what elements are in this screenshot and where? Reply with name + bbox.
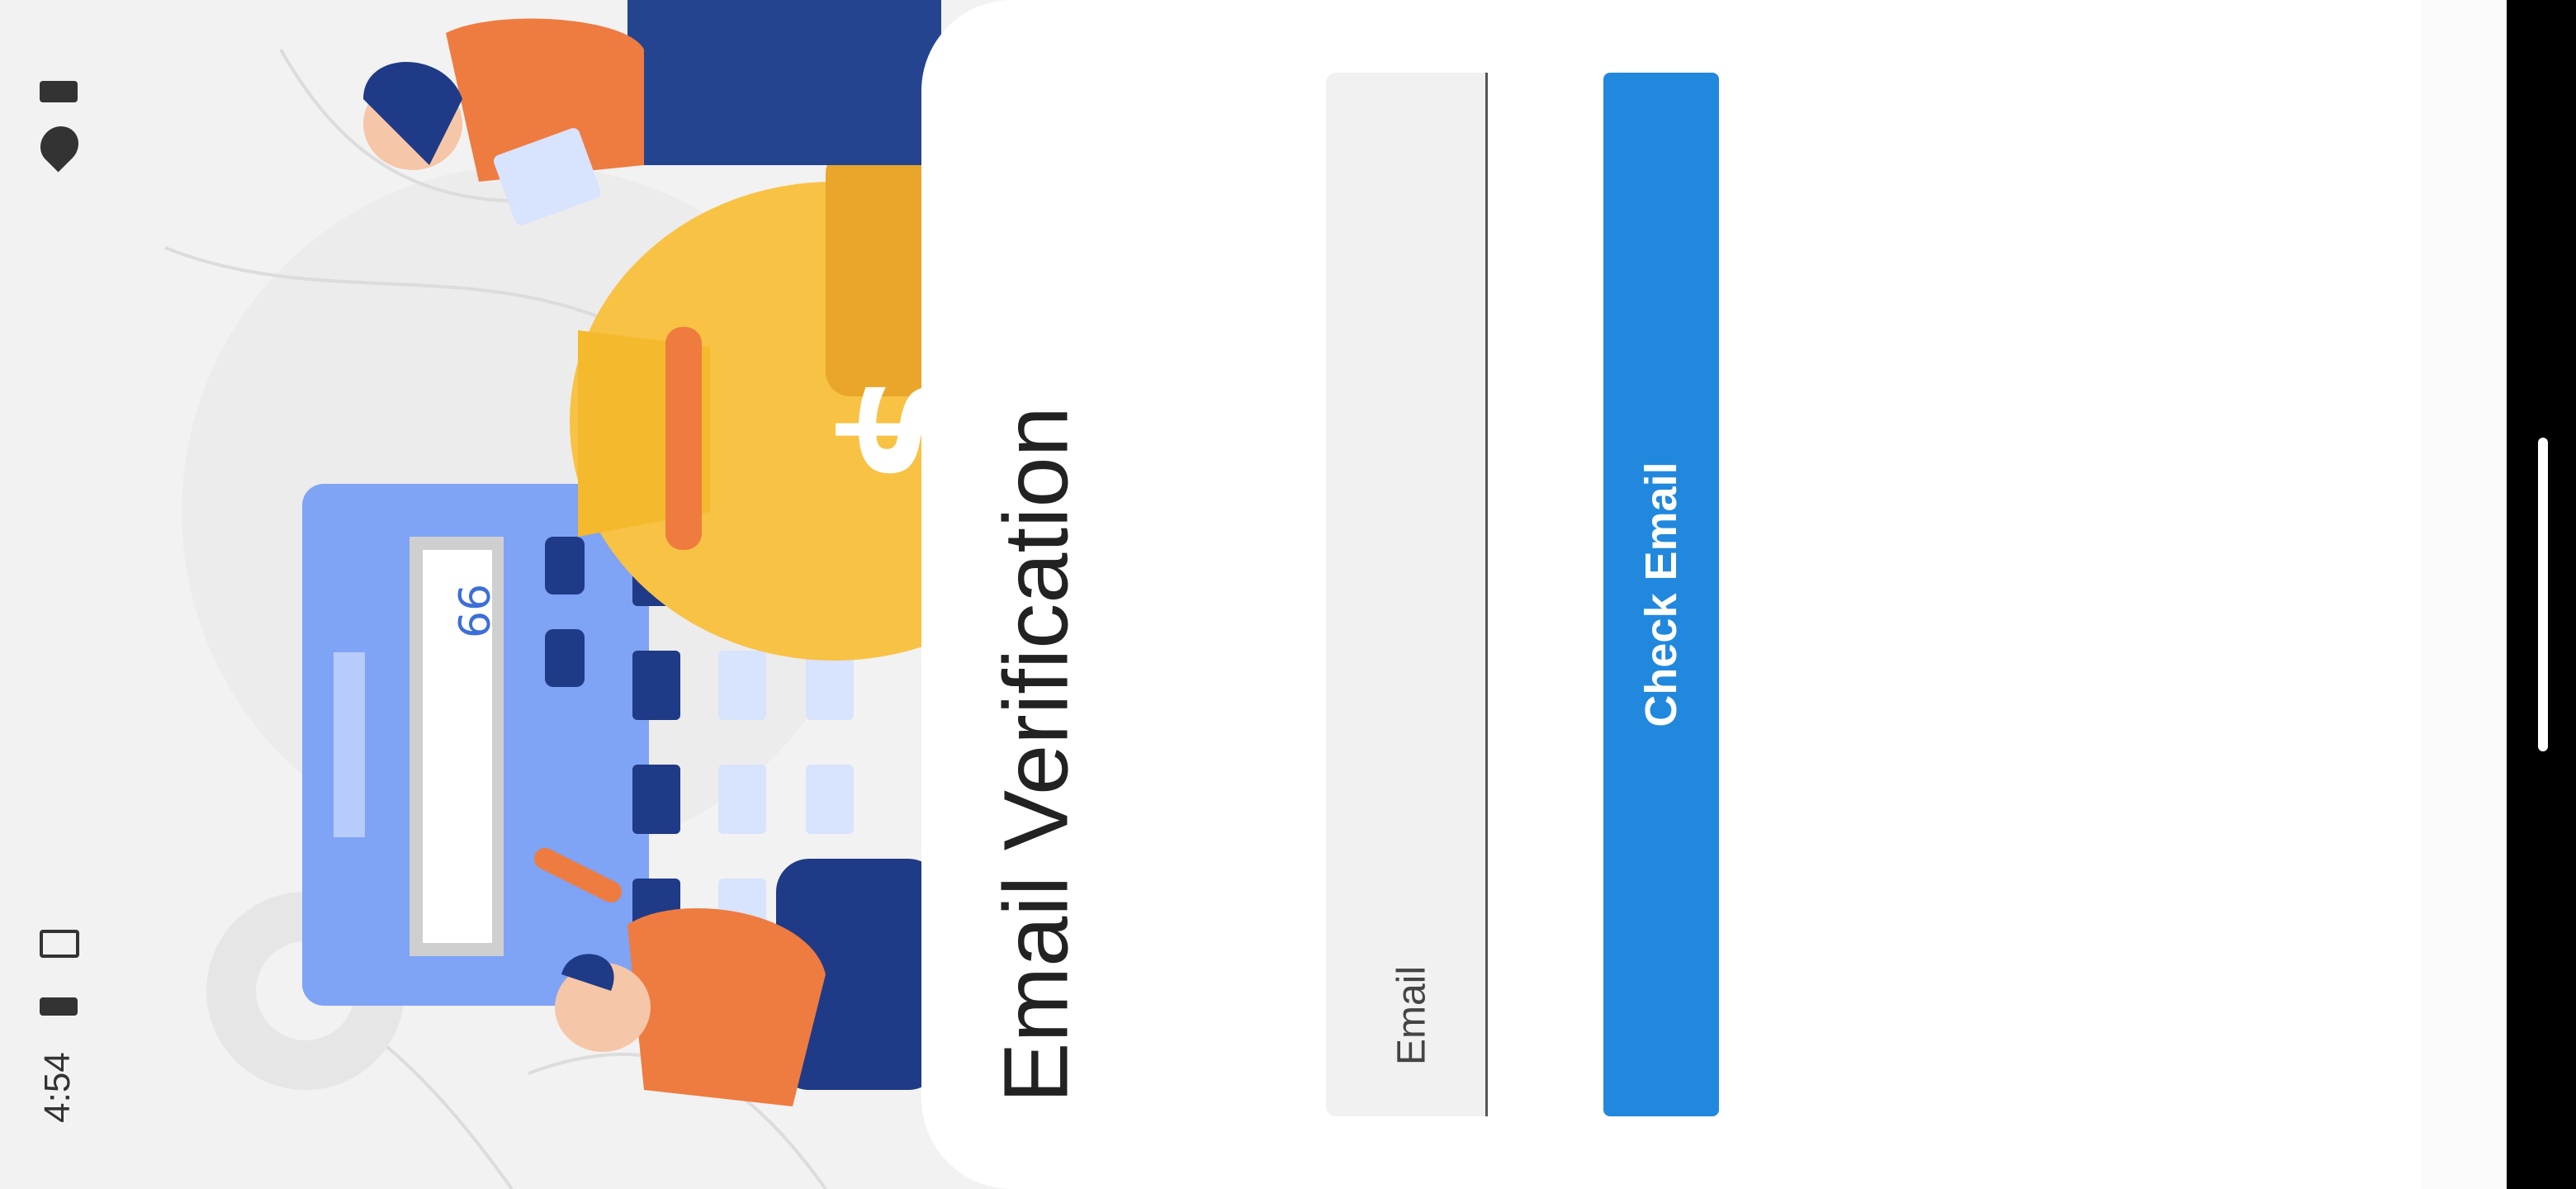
check-email-label: Check Email (1636, 462, 1686, 727)
battery-icon (40, 997, 78, 1016)
page-title: Email Verification (986, 388, 1087, 1121)
check-email-button[interactable]: Check Email (1603, 73, 1719, 1116)
gesture-handle[interactable] (2538, 438, 2548, 751)
status-time: 4:54 (37, 1052, 78, 1123)
finance-illustration: 99 $ (164, 0, 941, 1189)
screen-cast-icon (40, 930, 79, 958)
email-placeholder-text: Email (1390, 965, 1434, 1066)
email-placeholder: Email (1387, 950, 1437, 1082)
page-title-text: Email Verification (985, 406, 1087, 1103)
battery-top-icon (40, 81, 78, 102)
side-margin (2421, 0, 2507, 1189)
calculator-display: 99 (447, 584, 497, 638)
check-email-label-wrap: Check Email (1603, 73, 1719, 1116)
